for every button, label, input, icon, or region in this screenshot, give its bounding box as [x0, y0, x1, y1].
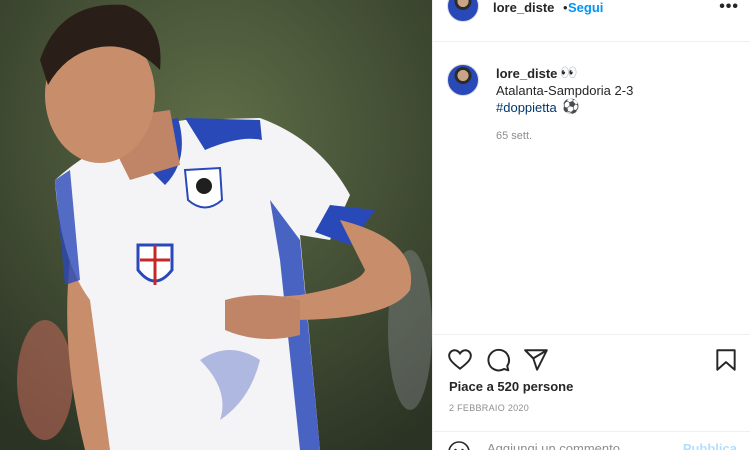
header-username[interactable]: lore_diste [493, 0, 554, 15]
comment-input[interactable]: Aggiungi un commento... [487, 441, 631, 450]
post-date: 2 FEBBRAIO 2020 [449, 403, 530, 413]
heart-icon[interactable] [447, 347, 473, 373]
publish-button[interactable]: Pubblica [683, 441, 737, 450]
eyes-emoji: 👀 [560, 64, 578, 80]
player-photo-illustration [0, 0, 432, 450]
follow-button[interactable]: Segui [568, 0, 603, 15]
caption-avatar[interactable] [447, 64, 479, 96]
post-actions: Piace a 520 persone 2 FEBBRAIO 2020 Aggi… [433, 334, 750, 450]
smiley-icon[interactable] [447, 440, 471, 450]
header-separator: • [563, 0, 568, 15]
post-time-ago: 65 sett. [496, 130, 533, 142]
avatar[interactable] [447, 0, 479, 22]
send-icon[interactable] [523, 347, 549, 373]
caption-text: Atalanta-Sampdoria 2-3 [496, 83, 634, 98]
hashtag-link[interactable]: #doppietta [496, 100, 557, 115]
comment-icon[interactable] [485, 347, 511, 373]
bookmark-icon[interactable] [713, 347, 739, 373]
post-sidebar: lore_diste • Segui ••• lore_diste 👀 Atal… [432, 0, 750, 450]
post-header: lore_diste • Segui ••• [433, 0, 750, 42]
caption-username[interactable]: lore_diste [496, 66, 557, 81]
post-photo[interactable] [0, 0, 432, 450]
comment-bar: Aggiungi un commento... Pubblica [433, 431, 750, 450]
more-horizontal-icon[interactable]: ••• [719, 0, 739, 16]
likes-count[interactable]: Piace a 520 persone [449, 379, 573, 394]
ball-emoji: ⚽ [562, 98, 580, 114]
